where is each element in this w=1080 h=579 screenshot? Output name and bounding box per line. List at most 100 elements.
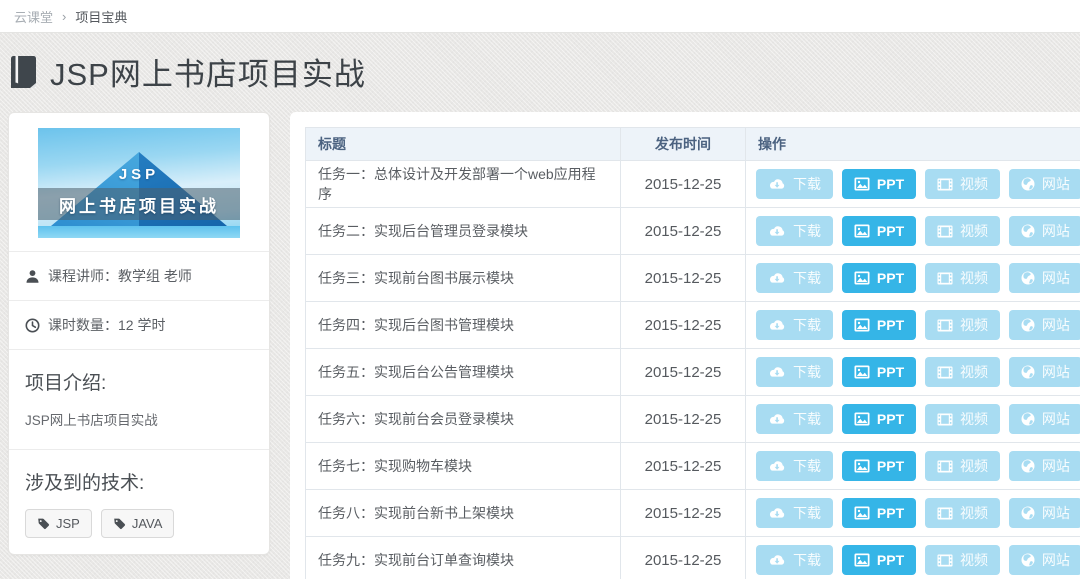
video-button[interactable]: 视频 xyxy=(925,404,1000,434)
download-button[interactable]: 下载 xyxy=(756,498,833,528)
download-button[interactable]: 下载 xyxy=(756,310,833,340)
tag-icon xyxy=(37,517,50,530)
site-button[interactable]: 网站 xyxy=(1009,357,1080,387)
site-button[interactable]: 网站 xyxy=(1009,404,1080,434)
film-icon xyxy=(937,225,953,238)
tasks-panel: 标题 发布时间 操作 任务一：总体设计及开发部署一个web应用程序 2015-1… xyxy=(290,112,1080,579)
cloud-download-icon xyxy=(768,319,786,332)
task-title: 任务七：实现购物车模块 xyxy=(306,443,621,490)
actions-cell: 下载 PPT xyxy=(746,255,1080,302)
site-button[interactable]: 网站 xyxy=(1009,216,1080,246)
table-header-row: 标题 发布时间 操作 xyxy=(306,128,1080,161)
task-title: 任务六：实现前台会员登录模块 xyxy=(306,396,621,443)
ppt-button[interactable]: PPT xyxy=(842,169,916,199)
globe-icon xyxy=(1021,177,1035,191)
ppt-button[interactable]: PPT xyxy=(842,545,916,575)
tag-java[interactable]: JAVA xyxy=(101,509,175,538)
task-title: 任务四：实现后台图书管理模块 xyxy=(306,302,621,349)
ppt-button[interactable]: PPT xyxy=(842,357,916,387)
video-label: 视频 xyxy=(960,315,988,335)
table-row: 任务二：实现后台管理员登录模块 2015-12-25 下载 xyxy=(306,208,1080,255)
video-label: 视频 xyxy=(960,456,988,476)
table-row: 任务六：实现前台会员登录模块 2015-12-25 下载 xyxy=(306,396,1080,443)
publish-date: 2015-12-25 xyxy=(621,302,746,349)
ppt-button[interactable]: PPT xyxy=(842,451,916,481)
film-icon xyxy=(937,366,953,379)
actions-cell: 下载 PPT xyxy=(746,208,1080,255)
video-label: 视频 xyxy=(960,268,988,288)
video-button[interactable]: 视频 xyxy=(925,169,1000,199)
col-header-title: 标题 xyxy=(306,128,621,161)
intro-heading: 项目介绍: xyxy=(25,368,253,395)
ppt-button[interactable]: PPT xyxy=(842,310,916,340)
actions-cell: 下载 PPT xyxy=(746,161,1080,208)
intro-text: JSP网上书店项目实战 xyxy=(25,409,253,433)
globe-icon xyxy=(1021,412,1035,426)
actions-cell: 下载 PPT xyxy=(746,396,1080,443)
video-button[interactable]: 视频 xyxy=(925,216,1000,246)
col-header-date: 发布时间 xyxy=(621,128,746,161)
page-title: JSP网上书店项目实战 xyxy=(50,49,366,94)
cloud-download-icon xyxy=(768,507,786,520)
ppt-label: PPT xyxy=(877,270,904,286)
task-title: 任务八：实现前台新书上架模块 xyxy=(306,490,621,537)
table-row: 任务一：总体设计及开发部署一个web应用程序 2015-12-25 下载 xyxy=(306,161,1080,208)
globe-icon xyxy=(1021,318,1035,332)
breadcrumb-home-link[interactable]: 云课堂 xyxy=(14,7,53,26)
film-icon xyxy=(937,460,953,473)
video-button[interactable]: 视频 xyxy=(925,498,1000,528)
site-button[interactable]: 网站 xyxy=(1009,451,1080,481)
download-label: 下载 xyxy=(793,315,821,335)
table-row: 任务三：实现前台图书展示模块 2015-12-25 下载 xyxy=(306,255,1080,302)
tag-jsp[interactable]: JSP xyxy=(25,509,92,538)
video-label: 视频 xyxy=(960,550,988,570)
tech-tags: JSP JAVA xyxy=(25,509,253,538)
cover-title-jsp: JSP xyxy=(38,166,240,183)
tasks-table: 标题 发布时间 操作 任务一：总体设计及开发部署一个web应用程序 2015-1… xyxy=(305,127,1080,579)
site-button[interactable]: 网站 xyxy=(1009,263,1080,293)
cloud-download-icon xyxy=(768,366,786,379)
ppt-button[interactable]: PPT xyxy=(842,216,916,246)
download-label: 下载 xyxy=(793,456,821,476)
site-button[interactable]: 网站 xyxy=(1009,498,1080,528)
picture-icon xyxy=(854,365,870,379)
site-label: 网站 xyxy=(1042,456,1070,476)
tech-heading: 涉及到的技术: xyxy=(25,468,253,495)
cloud-download-icon xyxy=(768,272,786,285)
video-button[interactable]: 视频 xyxy=(925,451,1000,481)
publish-date: 2015-12-25 xyxy=(621,161,746,208)
site-label: 网站 xyxy=(1042,409,1070,429)
download-button[interactable]: 下载 xyxy=(756,357,833,387)
site-button[interactable]: 网站 xyxy=(1009,545,1080,575)
download-button[interactable]: 下载 xyxy=(756,404,833,434)
film-icon xyxy=(937,272,953,285)
download-button[interactable]: 下载 xyxy=(756,169,833,199)
picture-icon xyxy=(854,506,870,520)
video-label: 视频 xyxy=(960,174,988,194)
video-button[interactable]: 视频 xyxy=(925,263,1000,293)
table-row: 任务八：实现前台新书上架模块 2015-12-25 下载 xyxy=(306,490,1080,537)
ppt-button[interactable]: PPT xyxy=(842,498,916,528)
site-button[interactable]: 网站 xyxy=(1009,169,1080,199)
ppt-button[interactable]: PPT xyxy=(842,404,916,434)
cover-title-band: 网上书店项目实战 xyxy=(38,188,240,220)
download-button[interactable]: 下载 xyxy=(756,216,833,246)
instructor-row: 课程讲师：教学组 老师 xyxy=(9,251,269,300)
download-button[interactable]: 下载 xyxy=(756,263,833,293)
download-button[interactable]: 下载 xyxy=(756,451,833,481)
user-icon xyxy=(25,269,40,284)
ppt-button[interactable]: PPT xyxy=(842,263,916,293)
download-label: 下载 xyxy=(793,409,821,429)
film-icon xyxy=(937,554,953,567)
picture-icon xyxy=(854,271,870,285)
cloud-download-icon xyxy=(768,413,786,426)
tag-icon xyxy=(113,517,126,530)
actions-cell: 下载 PPT xyxy=(746,302,1080,349)
download-button[interactable]: 下载 xyxy=(756,545,833,575)
task-title: 任务一：总体设计及开发部署一个web应用程序 xyxy=(306,161,621,208)
site-button[interactable]: 网站 xyxy=(1009,310,1080,340)
video-button[interactable]: 视频 xyxy=(925,357,1000,387)
video-button[interactable]: 视频 xyxy=(925,310,1000,340)
picture-icon xyxy=(854,177,870,191)
video-button[interactable]: 视频 xyxy=(925,545,1000,575)
